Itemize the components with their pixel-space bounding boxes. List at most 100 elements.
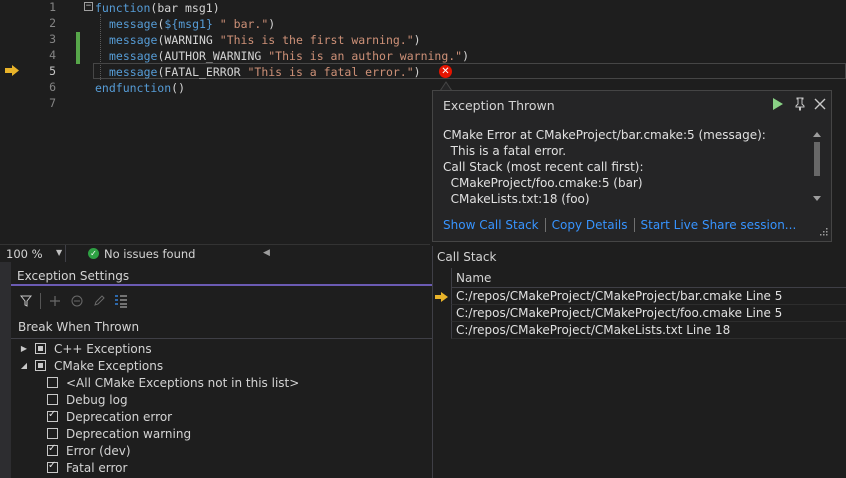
frame-name: C:/repos/CMakeProject/CMakeProject/bar.c… xyxy=(456,289,783,303)
call-stack-row[interactable]: C:/repos/CMakeProject/CMakeLists.txt Lin… xyxy=(451,322,846,339)
exception-checkbox[interactable] xyxy=(47,377,58,388)
tree-group-label: C++ Exceptions xyxy=(54,341,152,356)
tree-item[interactable]: Deprecation error xyxy=(47,408,172,425)
panel-edge xyxy=(0,262,11,478)
link-separator xyxy=(633,218,635,232)
tree-item-label: <All CMake Exceptions not in this list> xyxy=(66,375,300,390)
call-stack-row[interactable]: C:/repos/CMakeProject/CMakeProject/foo.c… xyxy=(451,305,846,322)
filter-icon[interactable] xyxy=(18,293,34,309)
code-token: " bar." xyxy=(212,17,269,31)
group-checkbox[interactable] xyxy=(35,360,46,371)
code-token: endfunction xyxy=(95,81,172,95)
popup-title: Exception Thrown xyxy=(443,98,555,113)
code-token: "This is the first warning." xyxy=(219,33,414,47)
frame-name: C:/repos/CMakeProject/CMakeLists.txt Lin… xyxy=(456,323,731,337)
call-stack-frame: CMakeProject/foo.cmake:5 (bar) xyxy=(443,176,643,190)
chevron-down-icon[interactable]: ◢ xyxy=(19,361,29,370)
execution-arrow-icon[interactable] xyxy=(5,65,19,76)
exception-checkbox[interactable] xyxy=(47,428,58,439)
exception-checkbox[interactable] xyxy=(47,443,58,456)
change-indicator xyxy=(76,32,80,64)
code-token: message xyxy=(109,65,158,79)
panel-tab[interactable]: Exception Settings xyxy=(11,266,432,286)
line-number: 4 xyxy=(49,48,56,62)
group-checkbox[interactable] xyxy=(35,343,46,354)
pin-icon[interactable] xyxy=(793,97,807,111)
code-line[interactable]: message(${msg1} " bar.") xyxy=(109,16,275,32)
tree-item[interactable]: Error (dev) xyxy=(47,442,131,459)
chevron-down-icon: ▼ xyxy=(56,248,63,257)
tree-item[interactable]: Deprecation warning xyxy=(47,425,191,442)
zoom-dropdown[interactable]: 100 % ▼ xyxy=(0,245,66,262)
code-token: (AUTHOR_WARNING xyxy=(157,49,269,63)
code-line[interactable]: endfunction() xyxy=(95,80,185,96)
code-token: function xyxy=(95,1,151,15)
code-token: (bar msg1) xyxy=(150,1,220,15)
issues-status[interactable]: No issues found xyxy=(104,247,195,261)
scroll-left-icon[interactable]: ◀ xyxy=(263,248,270,258)
line-number-current: 5 xyxy=(49,64,56,78)
code-line[interactable]: message(AUTHOR_WARNING "This is an autho… xyxy=(109,48,469,64)
code-line[interactable]: message(FATAL_ERROR "This is a fatal err… xyxy=(109,64,421,80)
code-line[interactable]: function(bar msg1) xyxy=(95,0,220,16)
remove-icon[interactable] xyxy=(69,293,85,309)
name-column-header[interactable]: Name xyxy=(451,268,846,288)
call-stack-heading: Call Stack (most recent call first): xyxy=(443,160,644,174)
line-number: 3 xyxy=(49,32,56,46)
tree-item-label: Debug log xyxy=(66,392,128,407)
collapse-icon[interactable]: − xyxy=(84,2,93,11)
exception-message-detail: This is a fatal error. xyxy=(443,144,567,158)
link-separator xyxy=(544,218,546,232)
copy-details-link[interactable]: Copy Details xyxy=(552,218,628,232)
panel-title: Call Stack xyxy=(437,250,497,264)
code-line[interactable]: message(WARNING "This is the first warni… xyxy=(109,32,421,48)
live-share-link[interactable]: Start Live Share session... xyxy=(641,218,797,232)
exception-checkbox[interactable] xyxy=(47,460,58,473)
frame-name: C:/repos/CMakeProject/CMakeProject/foo.c… xyxy=(456,306,783,320)
exception-checkbox[interactable] xyxy=(47,394,58,405)
code-token: (WARNING xyxy=(157,33,220,47)
code-token: ) xyxy=(413,33,421,47)
popup-scrollbar[interactable] xyxy=(811,129,823,204)
error-icon[interactable]: ✕ xyxy=(439,65,452,78)
code-token: ) xyxy=(413,65,421,79)
call-stack-row[interactable]: C:/repos/CMakeProject/CMakeProject/bar.c… xyxy=(451,288,846,305)
close-icon[interactable] xyxy=(813,97,827,111)
tree-item-label: Fatal error xyxy=(66,460,128,475)
editor-status-bar: 100 % ▼ ✓ No issues found ◀ xyxy=(0,244,430,262)
exception-checkbox[interactable] xyxy=(47,409,58,422)
code-token: message xyxy=(109,33,158,47)
execution-arrow-icon xyxy=(435,292,448,302)
play-icon[interactable] xyxy=(771,97,785,111)
code-token: "This is a fatal error." xyxy=(247,65,414,79)
code-token: ${msg1} xyxy=(164,17,213,31)
code-token: message xyxy=(109,49,158,63)
code-token: "This is an author warning." xyxy=(268,49,463,63)
tree-item[interactable]: <All CMake Exceptions not in this list> xyxy=(47,374,299,391)
tree-item[interactable]: Fatal error xyxy=(47,459,127,476)
line-number: 1 xyxy=(49,0,56,14)
show-call-stack-link[interactable]: Show Call Stack xyxy=(443,218,539,232)
line-number: 7 xyxy=(49,96,56,110)
restore-defaults-icon[interactable] xyxy=(113,293,129,309)
break-when-thrown-header: Break When Thrown xyxy=(18,320,140,334)
edit-icon[interactable] xyxy=(91,293,107,309)
add-icon[interactable] xyxy=(47,293,63,309)
tree-group-cpp-exceptions[interactable]: ▶ C++ Exceptions xyxy=(19,340,152,357)
line-number: 2 xyxy=(49,16,56,30)
line-number: 6 xyxy=(49,80,56,94)
call-stack-frame: CMakeLists.txt:18 (foo) xyxy=(443,192,590,206)
no-issues-icon: ✓ xyxy=(88,248,99,259)
tree-item[interactable]: Debug log xyxy=(47,391,128,408)
chevron-right-icon[interactable]: ▶ xyxy=(19,344,29,353)
resize-grip-icon[interactable] xyxy=(818,228,828,238)
code-token: () xyxy=(171,81,186,95)
column-divider xyxy=(11,338,432,339)
exception-settings-panel: Exception Settings Break When Thrown ▶ C… xyxy=(0,262,432,478)
popup-links: Show Call Stack Copy Details Start Live … xyxy=(443,218,796,232)
toolbar-separator xyxy=(40,293,41,309)
code-token: ) xyxy=(462,49,470,63)
tree-group-cmake-exceptions[interactable]: ◢ CMake Exceptions xyxy=(19,357,163,374)
exception-message: CMake Error at CMakeProject/bar.cmake:5 … xyxy=(443,128,766,142)
panel-title: Exception Settings xyxy=(17,269,130,283)
